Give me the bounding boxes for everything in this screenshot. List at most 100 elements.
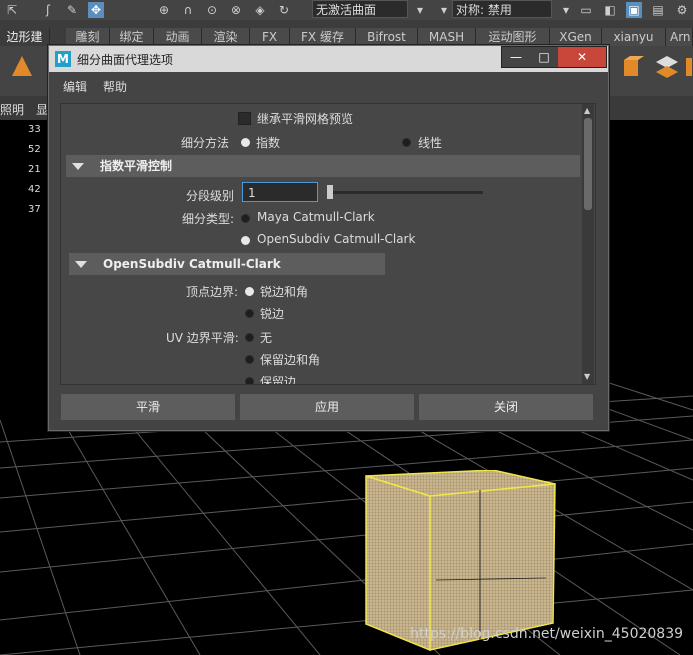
smooth-button[interactable]: 平滑 <box>61 394 235 420</box>
subdiv-type-osd-label: OpenSubdiv Catmull-Clark <box>257 232 416 246</box>
shelf-tab-bifrost[interactable]: Bifrost <box>356 28 418 46</box>
uv-boundary-label: UV 边界平滑: <box>166 331 239 345</box>
isolate-icon[interactable]: ◧ <box>602 2 618 18</box>
dialog-titlebar[interactable]: M 细分曲面代理选项 — □ ✕ <box>49 46 608 72</box>
vertex-boundary-sharp-edges-radio[interactable] <box>245 309 254 318</box>
subdiv-type-label: 细分类型: <box>182 212 235 226</box>
settings-icon[interactable]: ⚙ <box>674 2 690 18</box>
shelf-edge-icon[interactable] <box>684 54 693 80</box>
cube-shelf-icon[interactable] <box>620 54 644 80</box>
maximize-icon[interactable]: □ <box>530 47 558 67</box>
toolbar-separator <box>0 20 693 28</box>
hud-stat: 42 <box>28 184 41 195</box>
shelf-tab-motion-graphics[interactable]: 运动图形 <box>476 28 550 46</box>
symmetry-combo[interactable]: 对称: 禁用 <box>452 0 552 18</box>
section-exponential-title: 指数平滑控制 <box>100 159 173 173</box>
window-controls: — □ ✕ <box>501 46 607 68</box>
main-toolbar: ⇱ ʃ ✎ ✥ ⊕ ∩ ⊙ ⊗ ◈ ↻ 无激活曲面 ▾ ▾ 对称: 禁用 ▾ ▭… <box>0 0 693 21</box>
section-exponential-header[interactable]: 指数平滑控制 <box>66 155 580 177</box>
hud-stat: 21 <box>28 164 41 175</box>
uv-boundary-none-radio[interactable] <box>245 333 254 342</box>
options-scroll-panel[interactable]: 继承平滑网格预览 细分方法 指数 线性 指数平滑控制 分段级别 1 细分类型: … <box>60 103 596 385</box>
vertex-boundary-label: 顶点边界: <box>186 285 239 299</box>
shelf-tab-fx[interactable]: FX <box>250 28 290 46</box>
move-tool-icon[interactable]: ✥ <box>88 2 104 18</box>
shelf-tab-animation[interactable]: 动画 <box>154 28 202 46</box>
subdiv-type-maya-radio[interactable] <box>241 214 250 223</box>
division-level-value: 1 <box>248 186 256 200</box>
shelf-tab-fx-cache[interactable]: FX 缓存 <box>290 28 356 46</box>
shelf-tab-sculpt[interactable]: 雕刻 <box>66 28 110 46</box>
inherit-preview-checkbox[interactable] <box>238 112 251 125</box>
slider-thumb[interactable] <box>327 185 333 199</box>
menu-show[interactable]: 显 <box>36 101 48 118</box>
close-button[interactable]: 关闭 <box>419 394 593 420</box>
uv-boundary-keep-corners-radio[interactable] <box>245 355 254 364</box>
select-tool-icon[interactable]: ⇱ <box>4 2 20 18</box>
maya-app-icon: M <box>55 51 71 67</box>
division-level-field[interactable]: 1 <box>242 182 318 202</box>
snap-surface-icon[interactable]: ◈ <box>252 2 268 18</box>
chevron-down-icon[interactable]: ▾ <box>436 2 452 18</box>
scroll-up-icon[interactable]: ▲ <box>584 106 590 115</box>
shelf-tab-xianyu[interactable]: xianyu <box>602 28 666 46</box>
menu-lighting[interactable]: 照明 <box>0 101 24 118</box>
chevron-down-icon[interactable]: ▾ <box>558 2 574 18</box>
inherit-preview-label: 继承平滑网格预览 <box>257 112 354 126</box>
scrollbar-thumb[interactable] <box>584 118 592 210</box>
method-exponential-radio[interactable] <box>241 138 250 147</box>
subdiv-type-maya-label: Maya Catmull-Clark <box>257 210 375 224</box>
snap-grid-icon[interactable]: ⊕ <box>156 2 172 18</box>
watermark: https://blog.csdn.net/weixin_45020839 <box>410 626 684 642</box>
uv-tile-icon[interactable] <box>654 54 680 80</box>
shelf-tab-rigging[interactable]: 绑定 <box>110 28 154 46</box>
dialog-title: 细分曲面代理选项 <box>77 53 174 67</box>
collapse-triangle-icon[interactable] <box>72 163 84 170</box>
lasso-tool-icon[interactable]: ʃ <box>40 2 56 18</box>
subdiv-type-osd-radio[interactable] <box>241 236 250 245</box>
vertex-boundary-sharp-corners-radio[interactable] <box>245 287 254 296</box>
camera-icon[interactable]: ▣ <box>626 2 642 18</box>
hud-stat: 52 <box>28 144 41 155</box>
cone-icon[interactable] <box>10 54 34 80</box>
minimize-icon[interactable]: — <box>502 47 530 67</box>
shelf-tab-arnold[interactable]: Arn <box>666 28 693 46</box>
frame-icon[interactable]: ▭ <box>578 2 594 18</box>
paint-select-icon[interactable]: ✎ <box>64 2 80 18</box>
vertex-boundary-sharp-edges-label: 锐边 <box>260 307 285 321</box>
shelf-tab-mash[interactable]: MASH <box>418 28 476 46</box>
division-level-slider[interactable] <box>327 185 483 199</box>
vertical-scrollbar[interactable]: ▲ ▼ <box>582 104 594 384</box>
menu-edit[interactable]: 编辑 <box>63 78 87 95</box>
live-surface-combo[interactable]: 无激活曲面 <box>312 0 408 18</box>
uv-boundary-keep-edges-label: 保留边 <box>260 375 297 385</box>
menu-help[interactable]: 帮助 <box>103 78 127 95</box>
snap-curve-icon[interactable]: ∩ <box>180 2 196 18</box>
hud-stat: 33 <box>28 124 41 135</box>
dialog-menubar: 编辑 帮助 <box>49 72 608 96</box>
shelf-tab-xgen[interactable]: XGen <box>550 28 602 46</box>
section-osd-title: OpenSubdiv Catmull-Clark <box>103 257 281 271</box>
scroll-down-icon[interactable]: ▼ <box>584 372 590 381</box>
uv-boundary-keep-corners-label: 保留边和角 <box>260 353 321 367</box>
shelf-tab-bar: 边形建模 雕刻 绑定 动画 渲染 FX FX 缓存 Bifrost MASH 运… <box>0 28 693 62</box>
close-icon[interactable]: ✕ <box>558 47 606 67</box>
snap-point-icon[interactable]: ⊙ <box>204 2 220 18</box>
shelf-tab-poly-modeling[interactable]: 边形建模 <box>0 28 50 62</box>
method-linear-label: 线性 <box>418 136 443 150</box>
hud-stat: 37 <box>28 204 41 215</box>
snap-view-icon[interactable]: ⊗ <box>228 2 244 18</box>
rotate-history-icon[interactable]: ↻ <box>276 2 292 18</box>
shelf-tab-rendering[interactable]: 渲染 <box>202 28 250 46</box>
apply-button[interactable]: 应用 <box>240 394 414 420</box>
chevron-down-icon[interactable]: ▾ <box>412 2 428 18</box>
subdiv-method-label: 细分方法 <box>181 136 230 150</box>
method-exponential-label: 指数 <box>256 136 281 150</box>
section-osd-header[interactable]: OpenSubdiv Catmull-Clark <box>69 253 385 275</box>
method-linear-radio[interactable] <box>402 138 411 147</box>
collapse-triangle-icon[interactable] <box>75 261 87 268</box>
subdiv-proxy-options-dialog: M 细分曲面代理选项 — □ ✕ 编辑 帮助 继承平滑网格预览 细分方法 指数 … <box>48 45 609 431</box>
vertex-boundary-sharp-corners-label: 锐边和角 <box>260 285 309 299</box>
uv-boundary-keep-edges-radio[interactable] <box>245 377 254 384</box>
render-icon[interactable]: ▤ <box>650 2 666 18</box>
